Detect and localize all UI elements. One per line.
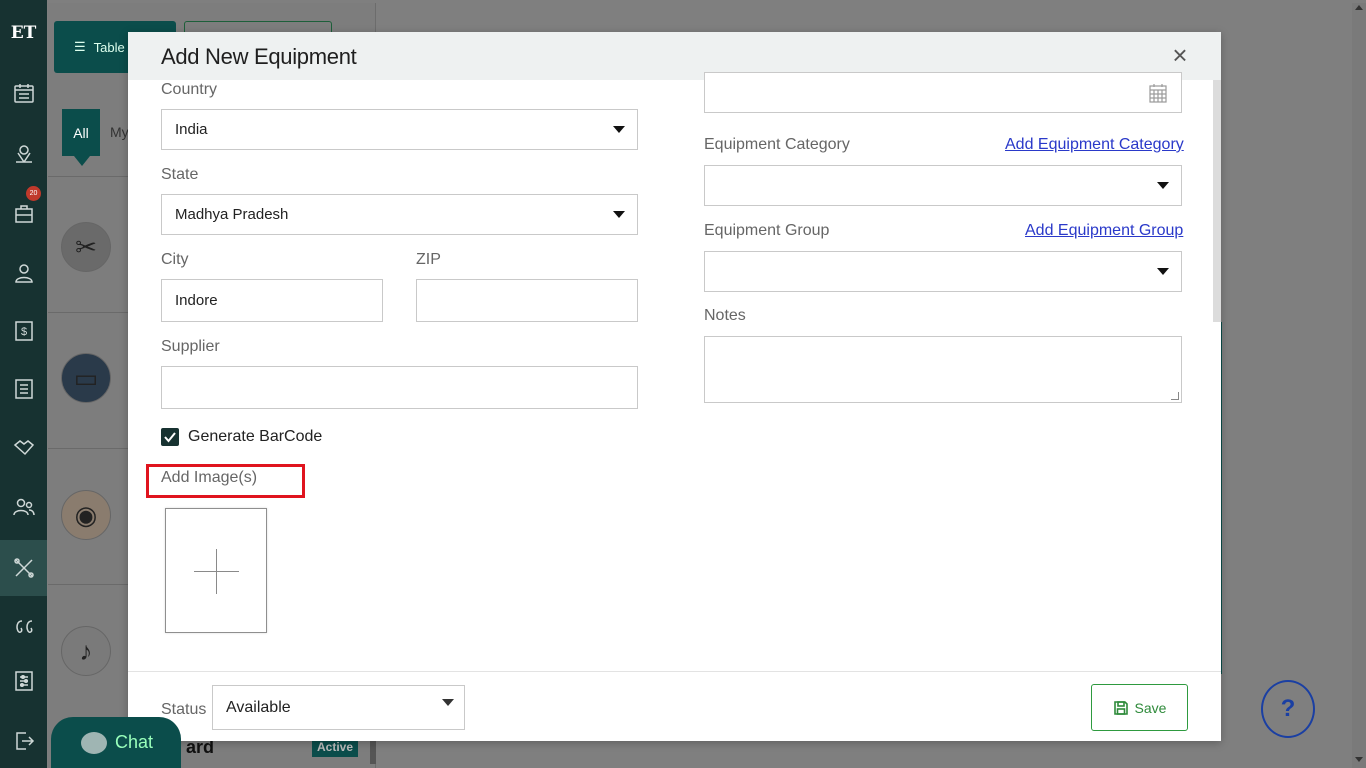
equipment-group-select[interactable] <box>704 251 1182 292</box>
chat-label: Chat <box>115 732 154 752</box>
city-label: City <box>161 251 189 268</box>
chat-button[interactable]: Chat <box>51 717 181 768</box>
table-view-label: Table <box>93 39 125 55</box>
add-images-label: Add Image(s) <box>161 469 258 486</box>
date-input[interactable] <box>704 72 1182 113</box>
supplier-input[interactable] <box>161 366 638 409</box>
notes-label: Notes <box>704 307 746 324</box>
app-logo[interactable]: ET <box>0 0 47 66</box>
save-button[interactable]: Save <box>1091 684 1188 731</box>
list-divider <box>48 448 128 449</box>
equipment-category-label: Equipment Category <box>704 136 850 153</box>
page-scrollbar[interactable] <box>1352 3 1366 768</box>
floppy-disk-icon <box>1113 700 1128 715</box>
tab-all[interactable]: All <box>62 109 100 166</box>
team-icon[interactable] <box>0 482 47 532</box>
chat-bubble-icon <box>81 731 107 754</box>
quote-icon[interactable] <box>0 602 47 652</box>
zip-label: ZIP <box>416 251 441 268</box>
dollar-icon[interactable]: $ <box>0 306 47 356</box>
notes-textarea[interactable] <box>704 336 1182 403</box>
scroll-down-icon[interactable] <box>1355 757 1363 762</box>
scroll-up-icon[interactable] <box>1355 5 1363 10</box>
calendar-icon[interactable] <box>0 68 47 118</box>
add-equipment-category-link[interactable]: Add Equipment Category <box>1005 136 1184 154</box>
tools-icon[interactable] <box>0 540 47 596</box>
calendar-icon[interactable] <box>1149 83 1167 103</box>
supplier-label: Supplier <box>161 338 220 355</box>
modal-footer: Status Available Save <box>128 671 1221 741</box>
country-select[interactable]: India <box>161 109 638 150</box>
handshake-icon[interactable] <box>0 422 47 472</box>
country-label: Country <box>161 81 218 98</box>
help-button[interactable]: ? <box>1261 680 1315 738</box>
checkmark-icon <box>164 432 176 443</box>
close-icon[interactable]: × <box>1168 42 1192 68</box>
chevron-down-icon <box>1157 268 1169 275</box>
chevron-down-icon <box>442 699 454 706</box>
map-pin-icon[interactable] <box>0 128 47 178</box>
country-value: India <box>175 121 208 138</box>
tools-avatar-icon: ✂ <box>61 222 111 272</box>
modal-scrollbar[interactable] <box>1213 80 1221 322</box>
list-divider <box>48 312 128 313</box>
settings-sliders-icon[interactable] <box>0 656 47 706</box>
notification-badge: 20 <box>26 186 41 201</box>
document-list-icon[interactable] <box>0 364 47 414</box>
list-icon: ☰ <box>74 39 86 54</box>
state-label: State <box>161 166 199 183</box>
add-image-button[interactable] <box>165 508 267 633</box>
add-equipment-modal: Add New Equipment × Country India State … <box>128 32 1221 741</box>
generate-barcode-label: Generate BarCode <box>188 428 323 445</box>
modal-title: Add New Equipment <box>161 44 357 69</box>
add-equipment-group-link[interactable]: Add Equipment Group <box>1025 222 1183 240</box>
equipment-group-label: Equipment Group <box>704 222 830 239</box>
monitor-avatar-icon: ▭ <box>61 353 111 403</box>
city-value: Indore <box>175 292 218 309</box>
logout-icon[interactable] <box>0 716 47 766</box>
status-label: Status <box>161 701 207 718</box>
state-value: Madhya Pradesh <box>175 206 289 223</box>
tab-my[interactable]: My <box>110 124 129 140</box>
user-icon[interactable] <box>0 248 47 298</box>
chevron-down-icon <box>613 211 625 218</box>
city-input[interactable]: Indore <box>161 279 383 322</box>
chevron-down-icon <box>613 126 625 133</box>
list-divider <box>48 176 128 177</box>
status-value: Available <box>226 698 291 716</box>
resize-handle-icon[interactable] <box>1171 392 1179 400</box>
state-select[interactable]: Madhya Pradesh <box>161 194 638 235</box>
list-divider <box>48 584 128 585</box>
chevron-down-icon <box>1157 182 1169 189</box>
zip-input[interactable] <box>416 279 638 322</box>
save-label: Save <box>1134 699 1167 716</box>
drums-avatar-icon: ◉ <box>61 490 111 540</box>
equipment-category-select[interactable] <box>704 165 1182 206</box>
guitar-avatar-icon: ♪ <box>61 626 111 676</box>
svg-text:$: $ <box>20 326 26 338</box>
sidebar: ET 20 $ <box>0 0 47 768</box>
status-select[interactable]: Available <box>212 685 465 730</box>
generate-barcode-checkbox[interactable] <box>161 428 179 446</box>
